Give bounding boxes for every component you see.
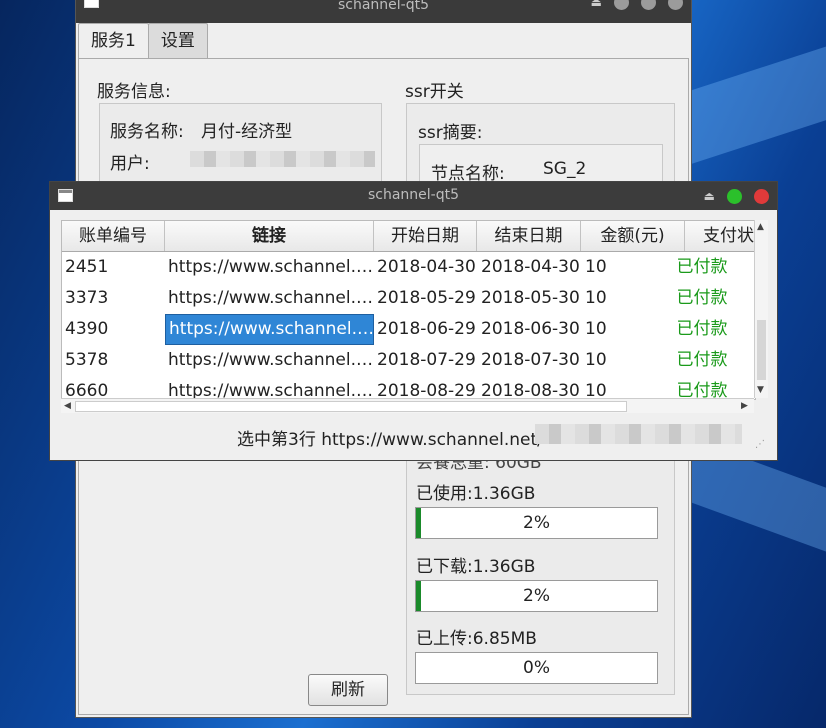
- cell-start: 2018-08-29: [377, 381, 476, 400]
- downloaded-progress-bar: 2%: [415, 580, 658, 612]
- maximize-icon[interactable]: [641, 0, 656, 10]
- horizontal-scrollbar[interactable]: ◀ ▶: [61, 398, 754, 413]
- col-header-amount[interactable]: 金额(元): [581, 221, 685, 251]
- table-row[interactable]: 5378 https://www.schannel.… 2018-07-29 2…: [62, 345, 742, 376]
- cell-link[interactable]: https://www.schannel.…: [165, 283, 374, 314]
- used-percent: 2%: [523, 513, 550, 533]
- invoice-window-title: schannel-qt5: [367, 187, 460, 203]
- vertical-scrollbar[interactable]: ▲ ▼: [754, 220, 768, 398]
- tab-settings[interactable]: 设置: [147, 23, 208, 58]
- user-value-redacted: [190, 151, 375, 167]
- vertical-scroll-thumb[interactable]: [757, 320, 766, 380]
- cell-id: 2451: [65, 257, 109, 277]
- cell-end: 2018-04-30: [481, 257, 580, 277]
- table-row[interactable]: 2451 https://www.schannel.… 2018-04-30 2…: [62, 252, 742, 283]
- table-row[interactable]: 3373 https://www.schannel.… 2018-05-29 2…: [62, 283, 742, 314]
- service-name-label: 服务名称:: [110, 122, 184, 142]
- cell-id: 5378: [65, 350, 109, 370]
- window-menu-icon[interactable]: [58, 189, 73, 202]
- cell-link-selected[interactable]: https://www.schannel.…: [165, 314, 374, 345]
- cell-amount: 10: [585, 288, 607, 308]
- cell-start: 2018-04-30: [377, 257, 476, 277]
- shade-icon[interactable]: ⏏: [591, 0, 602, 9]
- window-title: schannel-qt5: [337, 0, 430, 13]
- cell-start: 2018-06-29: [377, 319, 476, 339]
- col-header-link[interactable]: 链接: [165, 221, 374, 251]
- service-info-label: 服务信息:: [97, 82, 171, 102]
- downloaded-label: 已下载:1.36GB: [416, 557, 536, 577]
- cell-end: 2018-08-30: [481, 381, 580, 400]
- col-header-id[interactable]: 账单编号: [62, 221, 165, 251]
- cell-status: 已付款: [676, 319, 728, 339]
- cell-start: 2018-07-29: [377, 350, 476, 370]
- user-label: 用户:: [110, 154, 150, 174]
- node-info-box: 节点名称: SG_2: [419, 144, 663, 186]
- refresh-button[interactable]: 刷新: [308, 674, 388, 706]
- cell-end: 2018-07-30: [481, 350, 580, 370]
- invoice-window-titlebar[interactable]: schannel-qt5 ⏏: [50, 182, 777, 210]
- downloaded-percent: 2%: [523, 586, 550, 606]
- scroll-right-icon[interactable]: ▶: [741, 401, 748, 411]
- uploaded-progress-bar: 0%: [415, 652, 658, 684]
- col-header-start[interactable]: 开始日期: [374, 221, 477, 251]
- downloaded-progress-fill: [416, 581, 421, 611]
- resize-grip-icon[interactable]: ⋰: [755, 439, 765, 450]
- scroll-up-icon[interactable]: ▲: [757, 222, 764, 232]
- cell-id: 4390: [65, 319, 109, 339]
- cell-end: 2018-06-30: [481, 319, 580, 339]
- used-progress-bar: 2%: [415, 507, 658, 539]
- tab-service1[interactable]: 服务1: [78, 23, 149, 60]
- cell-link[interactable]: https://www.schannel.…: [165, 345, 374, 376]
- cell-id: 6660: [65, 381, 109, 400]
- cell-amount: 10: [585, 381, 607, 400]
- close-icon[interactable]: [754, 188, 769, 204]
- cell-id: 3373: [65, 288, 109, 308]
- col-header-status[interactable]: 支付状: [685, 221, 755, 251]
- node-name-value: SG_2: [543, 159, 587, 179]
- selection-status-text: 选中第3行 https://www.schannel.net/: [237, 430, 543, 450]
- ssr-summary-label: ssr摘要:: [418, 123, 483, 143]
- cell-link[interactable]: https://www.schannel.…: [165, 376, 374, 399]
- close-icon[interactable]: [668, 0, 683, 10]
- cell-amount: 10: [585, 350, 607, 370]
- service-name-value: 月付-经济型: [201, 122, 293, 142]
- cell-amount: 10: [585, 257, 607, 277]
- status-url-redacted: [535, 424, 742, 444]
- shade-icon[interactable]: ⏏: [704, 189, 715, 203]
- table-row[interactable]: 6660 https://www.schannel.… 2018-08-29 2…: [62, 376, 742, 400]
- uploaded-label: 已上传:6.85MB: [416, 629, 537, 649]
- scroll-left-icon[interactable]: ◀: [64, 401, 71, 411]
- col-header-end[interactable]: 结束日期: [477, 221, 581, 251]
- invoice-table[interactable]: 账单编号 链接 开始日期 结束日期 金额(元) 支付状 2451 https:/…: [61, 220, 756, 400]
- cell-status: 已付款: [676, 257, 728, 277]
- used-progress-fill: [416, 508, 421, 538]
- cell-amount: 10: [585, 319, 607, 339]
- uploaded-percent: 0%: [523, 658, 550, 678]
- cell-status: 已付款: [676, 288, 728, 308]
- ssr-switch-label: ssr开关: [405, 82, 464, 102]
- cell-start: 2018-05-29: [377, 288, 476, 308]
- table-row-selected[interactable]: 4390 https://www.schannel.… 2018-06-29 2…: [62, 314, 742, 345]
- cell-end: 2018-05-30: [481, 288, 580, 308]
- used-label: 已使用:1.36GB: [416, 484, 536, 504]
- horizontal-scroll-thumb[interactable]: [75, 401, 627, 412]
- invoice-window: schannel-qt5 ⏏ 账单编号 链接 开始日期 结束日期 金额(元) 支…: [49, 181, 778, 461]
- cell-status: 已付款: [676, 350, 728, 370]
- maximize-icon[interactable]: [727, 188, 742, 204]
- main-window-titlebar[interactable]: schannel-qt5 ⏏: [76, 0, 691, 23]
- table-header: 账单编号 链接 开始日期 结束日期 金额(元) 支付状: [62, 221, 755, 252]
- minimize-icon[interactable]: [614, 0, 629, 10]
- cell-link[interactable]: https://www.schannel.…: [165, 252, 374, 283]
- scroll-down-icon[interactable]: ▼: [757, 385, 764, 395]
- cell-status: 已付款: [676, 381, 728, 400]
- window-menu-icon[interactable]: [84, 0, 99, 8]
